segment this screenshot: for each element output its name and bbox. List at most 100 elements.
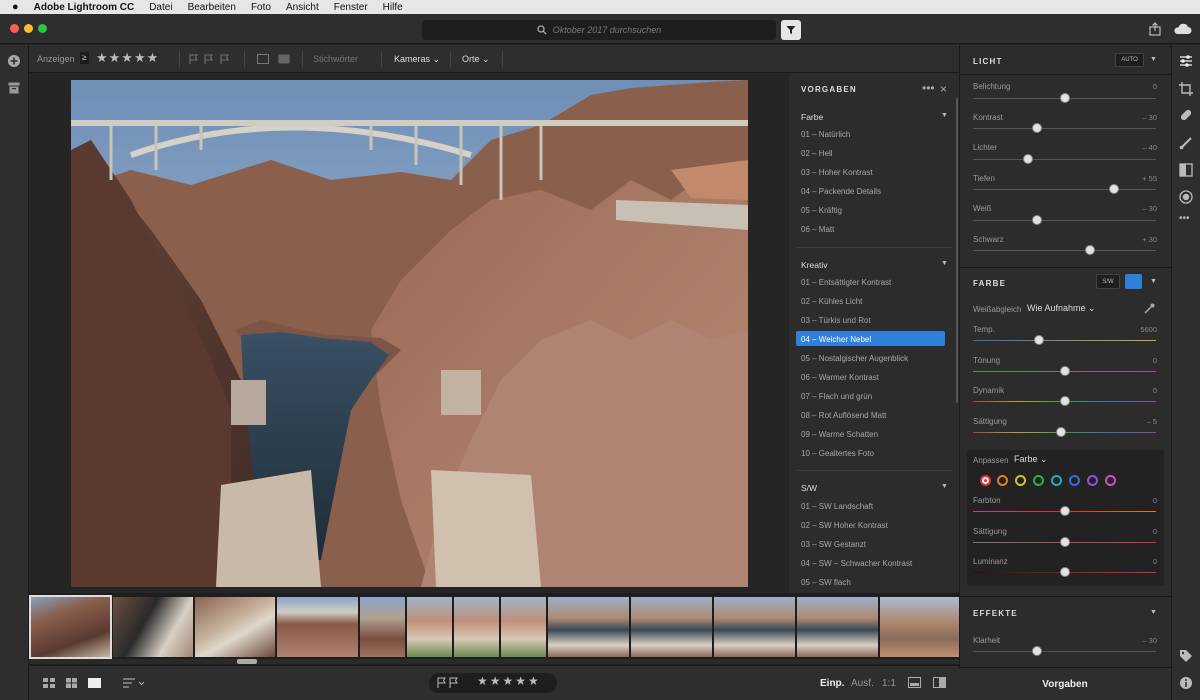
exposure-slider-handle[interactable] xyxy=(1059,93,1070,103)
blacks-slider-track[interactable] xyxy=(973,250,1156,251)
slider-value-tint[interactable]: 0 xyxy=(1153,356,1157,365)
filmstrip-thumbnail[interactable] xyxy=(501,597,546,657)
chevron-down-icon[interactable]: ▼ xyxy=(941,483,948,490)
slider-value-mix-saturation[interactable]: 0 xyxy=(1153,527,1157,536)
compare-icon[interactable] xyxy=(933,677,946,688)
filmstrip-thumbnail[interactable] xyxy=(454,597,499,657)
preset-item[interactable]: 08 – Rot Auflösend Matt xyxy=(801,411,886,420)
filmstrip-thumbnail[interactable] xyxy=(797,597,878,657)
preset-item[interactable]: 02 – Hell xyxy=(801,149,833,158)
preset-item[interactable]: 09 – Warme Schatten xyxy=(801,430,878,439)
slider-value-clarity[interactable]: – 30 xyxy=(1142,636,1157,645)
flag-icons[interactable] xyxy=(437,677,461,688)
color-swatch-aqua[interactable] xyxy=(1051,475,1062,486)
preset-item[interactable]: 06 – Warmer Kontrast xyxy=(801,373,879,382)
healing-brush-icon[interactable] xyxy=(1179,108,1193,122)
detail-view-icon[interactable] xyxy=(88,678,101,688)
filmstrip-thumbnail[interactable] xyxy=(714,597,795,657)
menu-app-name[interactable]: Adobe Lightroom CC xyxy=(34,2,135,13)
hue-slider-handle[interactable] xyxy=(1059,506,1070,516)
close-window-button[interactable] xyxy=(10,24,19,33)
chevron-down-icon[interactable]: ▼ xyxy=(1150,609,1157,616)
slider-value-exposure[interactable]: 0 xyxy=(1153,82,1157,91)
vibrance-slider-handle[interactable] xyxy=(1059,396,1070,406)
color-swatch-green[interactable] xyxy=(1033,475,1044,486)
chevron-down-icon[interactable]: ▼ xyxy=(941,260,948,267)
filmstrip-thumbnail[interactable] xyxy=(631,597,712,657)
temp-slider-handle[interactable] xyxy=(1033,335,1044,345)
color-swatch-red[interactable] xyxy=(980,475,991,486)
add-photos-icon[interactable] xyxy=(7,54,21,68)
close-icon[interactable]: × xyxy=(940,82,947,96)
shadows-slider-handle[interactable] xyxy=(1108,184,1119,194)
slider-value-whites[interactable]: – 30 xyxy=(1142,204,1157,213)
shadows-slider-track[interactable] xyxy=(973,189,1156,190)
grid-view-square-icon[interactable] xyxy=(66,678,77,688)
saturation-slider-handle[interactable] xyxy=(1055,427,1066,437)
filmstrip-thumbnail[interactable] xyxy=(880,597,959,657)
slider-value-luminance[interactable]: 0 xyxy=(1153,557,1157,566)
luminance-slider-handle[interactable] xyxy=(1059,567,1070,577)
whites-slider-handle[interactable] xyxy=(1032,215,1043,225)
eyedropper-icon[interactable] xyxy=(1144,303,1155,314)
contrast-slider-track[interactable] xyxy=(973,128,1156,129)
preset-item[interactable]: 04 – Packende Details xyxy=(801,187,881,196)
light-section-title[interactable]: LICHT xyxy=(973,57,1003,66)
chevron-down-icon[interactable]: ▼ xyxy=(1150,278,1157,285)
rating-filter-stars[interactable]: ★★★★★ xyxy=(96,50,159,66)
preset-item[interactable]: 01 – Entsättigter Kontrast xyxy=(801,278,891,287)
cameras-filter[interactable]: Kameras ⌄ xyxy=(394,54,440,65)
more-tools-icon[interactable]: ••• xyxy=(1179,213,1190,224)
filmstrip-thumbnail[interactable] xyxy=(113,597,193,657)
clarity-slider-handle[interactable] xyxy=(1032,646,1043,656)
contrast-slider-handle[interactable] xyxy=(1032,123,1043,133)
rating-stars[interactable]: ★★★★★ xyxy=(477,674,541,688)
preset-item[interactable]: 01 – Natürlich xyxy=(801,130,850,139)
filmstrip-thumbnail[interactable] xyxy=(548,597,629,657)
slider-value-saturation[interactable]: – 5 xyxy=(1147,417,1157,426)
preset-item[interactable]: 01 – SW Landschaft xyxy=(801,502,873,511)
filmstrip-thumbnail[interactable] xyxy=(277,597,358,657)
menu-datei[interactable]: Datei xyxy=(149,2,172,13)
preset-item[interactable]: 03 – Hoher Kontrast xyxy=(801,168,873,177)
menu-fenster[interactable]: Fenster xyxy=(334,2,368,13)
keywords-filter[interactable]: Stichwörter xyxy=(313,54,358,64)
crop-icon[interactable] xyxy=(1179,82,1193,96)
media-type-icons[interactable] xyxy=(257,54,291,64)
preset-item[interactable]: 02 – SW Hoher Kontrast xyxy=(801,521,888,530)
slider-value-highlights[interactable]: – 40 xyxy=(1142,143,1157,152)
filmstrip-thumbnail[interactable] xyxy=(29,595,112,659)
info-icon[interactable] xyxy=(1179,676,1193,690)
slider-value-temp[interactable]: 5600 xyxy=(1140,325,1157,334)
preset-item[interactable]: 04 – SW – Schwacher Kontrast xyxy=(801,559,912,568)
highlights-slider-handle[interactable] xyxy=(1022,154,1033,164)
clarity-slider-track[interactable] xyxy=(973,651,1156,652)
temp-slider-track[interactable] xyxy=(973,340,1156,341)
blacks-slider-handle[interactable] xyxy=(1085,245,1096,255)
menu-hilfe[interactable]: Hilfe xyxy=(383,2,403,13)
preset-group-sw[interactable]: S/W xyxy=(801,483,817,493)
mix-saturation-slider-handle[interactable] xyxy=(1059,537,1070,547)
sort-icon[interactable] xyxy=(123,678,145,688)
chevron-down-icon[interactable]: ▼ xyxy=(1150,56,1157,63)
filmstrip-scrollbar[interactable] xyxy=(29,659,959,664)
share-icon[interactable] xyxy=(1149,22,1161,36)
filmstrip-scroll-thumb[interactable] xyxy=(237,659,257,664)
slider-value-vibrance[interactable]: 0 xyxy=(1153,386,1157,395)
slider-value-blacks[interactable]: + 30 xyxy=(1142,235,1157,244)
fill-zoom-button[interactable]: Ausf. xyxy=(851,678,874,689)
highlights-slider-track[interactable] xyxy=(973,159,1156,160)
flag-filter-icons[interactable] xyxy=(189,54,233,64)
linear-gradient-icon[interactable] xyxy=(1179,163,1193,177)
rating-operator[interactable]: ≥ xyxy=(80,52,89,64)
more-options-icon[interactable]: ••• xyxy=(922,81,935,95)
menu-foto[interactable]: Foto xyxy=(251,2,271,13)
color-section-title[interactable]: FARBE xyxy=(973,279,1006,288)
brush-icon[interactable] xyxy=(1179,136,1193,150)
color-swatch-magenta[interactable] xyxy=(1105,475,1116,486)
zoom-window-button[interactable] xyxy=(38,24,47,33)
main-photo[interactable] xyxy=(71,80,748,587)
one-to-one-zoom-button[interactable]: 1:1 xyxy=(882,678,896,689)
preset-item[interactable]: 03 – SW Gestanzt xyxy=(801,540,866,549)
places-filter[interactable]: Orte ⌄ xyxy=(462,54,490,65)
